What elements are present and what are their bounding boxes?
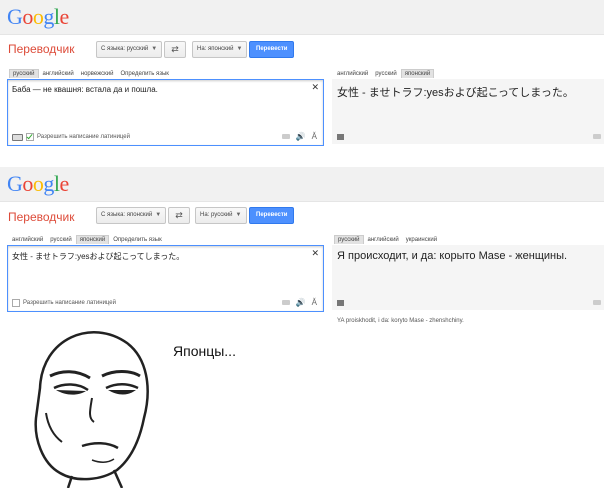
tab-target-lang[interactable]: английский (365, 236, 402, 244)
phonetic-icon[interactable]: Ă (312, 298, 317, 307)
logo-letter: o (32, 171, 44, 196)
header-bar-1 (0, 0, 604, 35)
swap-icon: ⇄ (171, 44, 179, 54)
source-text-area[interactable]: Баба — не квашня: встала да и пошла. ✕ Р… (7, 79, 324, 146)
translation-output: 女性 - ませトラフ:yesおよび起こってしまった。 (332, 79, 604, 144)
chevron-down-icon: ▼ (151, 46, 158, 52)
source-text-area[interactable]: 女性 - ませトラフ:yesおよび起こってしまった。 ✕ Разрешить н… (7, 245, 324, 312)
google-logo[interactable]: Google (7, 4, 69, 30)
logo-letter: G (7, 171, 23, 196)
app-title: Переводчик (8, 210, 75, 224)
target-language-label: На: японский (197, 46, 234, 52)
chevron-down-icon: ▼ (235, 212, 242, 218)
tab-target-lang[interactable]: английский (334, 70, 371, 78)
target-language-select[interactable]: На: японский ▼ (192, 41, 248, 58)
dictionary-icon[interactable] (337, 134, 344, 140)
translation-output: Я происходит, и да: корыто Mase - женщин… (332, 245, 604, 310)
source-language-tabs: английский русский японский Определить язык (9, 235, 166, 244)
source-language-tabs: русский английский норвежский Определить яз… (9, 69, 173, 78)
tab-target-lang[interactable]: русский (334, 235, 364, 244)
chevron-down-icon: ▼ (236, 46, 243, 52)
tab-detect-language[interactable]: Определить язык (118, 70, 172, 78)
translate-button[interactable]: Перевести (249, 41, 295, 58)
translate-button[interactable]: Перевести (249, 207, 295, 224)
latin-input-option: Разрешить написание латиницей (12, 133, 130, 141)
source-language-select[interactable]: С языка: русский ▼ (96, 41, 163, 58)
comment-icon[interactable] (281, 300, 290, 305)
target-language-label: На: русский (200, 212, 233, 218)
logo-letter: g (43, 4, 54, 29)
speaker-icon[interactable]: 🔊 (296, 298, 306, 307)
target-language-tabs: английский русский японский (334, 69, 435, 78)
source-tools: 🔊 Ă (281, 298, 317, 307)
tab-source-lang[interactable]: английский (9, 236, 46, 244)
logo-letter: G (7, 4, 23, 29)
logo-letter: e (59, 4, 70, 29)
swap-icon: ⇄ (175, 210, 183, 220)
swap-languages-button[interactable]: ⇄ (168, 207, 190, 224)
tab-source-lang[interactable]: японский (75, 235, 110, 244)
are-you-serious-face (34, 331, 149, 488)
comment-icon[interactable] (593, 134, 601, 139)
logo-letter: o (32, 4, 44, 29)
header-bar-2 (0, 167, 604, 202)
latin-input-checkbox[interactable] (12, 299, 20, 307)
tab-source-lang[interactable]: русский (47, 236, 75, 244)
app-title: Переводчик (8, 42, 75, 56)
comment-icon[interactable] (593, 300, 601, 305)
source-language-label: С языка: японский (101, 212, 153, 218)
logo-letter: g (43, 171, 54, 196)
tab-target-lang[interactable]: русский (372, 70, 400, 78)
tab-source-lang[interactable]: русский (9, 69, 39, 78)
dictionary-icon[interactable] (337, 300, 344, 306)
translation-text: 女性 - ませトラフ:yesおよび起こってしまった。 (337, 87, 574, 99)
keyboard-icon[interactable] (12, 133, 23, 141)
source-language-select[interactable]: С языка: японский ▼ (96, 207, 167, 224)
source-tools: 🔊 Ă (281, 132, 317, 141)
latin-input-checkbox[interactable] (26, 133, 34, 141)
tab-target-lang[interactable]: японский (400, 69, 435, 78)
tab-source-lang[interactable]: норвежский (78, 70, 117, 78)
source-text: Баба — не квашня: встала да и пошла. (12, 85, 158, 94)
swap-languages-button[interactable]: ⇄ (164, 41, 186, 58)
target-language-tabs: русский английский украинский (334, 235, 441, 244)
source-language-label: С языка: русский (101, 46, 149, 52)
google-logo[interactable]: Google (7, 171, 69, 197)
transliteration-text: YA proiskhodit, i da: koryto Mase - zhen… (337, 318, 464, 324)
chevron-down-icon: ▼ (155, 212, 162, 218)
tab-source-lang[interactable]: английский (40, 70, 77, 78)
clear-icon[interactable]: ✕ (311, 248, 319, 259)
latin-input-option: Разрешить написание латиницей (12, 299, 116, 307)
clear-icon[interactable]: ✕ (311, 82, 319, 93)
latin-input-label: Разрешить написание латиницей (23, 300, 116, 306)
target-language-select[interactable]: На: русский ▼ (195, 207, 247, 224)
source-text: 女性 - ませトラフ:yesおよび起こってしまった。 (12, 252, 185, 261)
meme-caption: Японцы... (173, 343, 236, 359)
comment-icon[interactable] (281, 134, 290, 139)
translation-text: Я происходит, и да: корыто Mase - женщин… (337, 250, 568, 262)
logo-letter: o (22, 4, 33, 29)
logo-letter: o (22, 171, 33, 196)
speaker-icon[interactable]: 🔊 (296, 132, 306, 141)
phonetic-icon[interactable]: Ă (312, 132, 317, 141)
latin-input-label: Разрешить написание латиницей (37, 134, 130, 140)
tab-target-lang[interactable]: украинский (403, 236, 440, 244)
logo-letter: e (59, 171, 70, 196)
tab-detect-language[interactable]: Определить язык (110, 236, 164, 244)
